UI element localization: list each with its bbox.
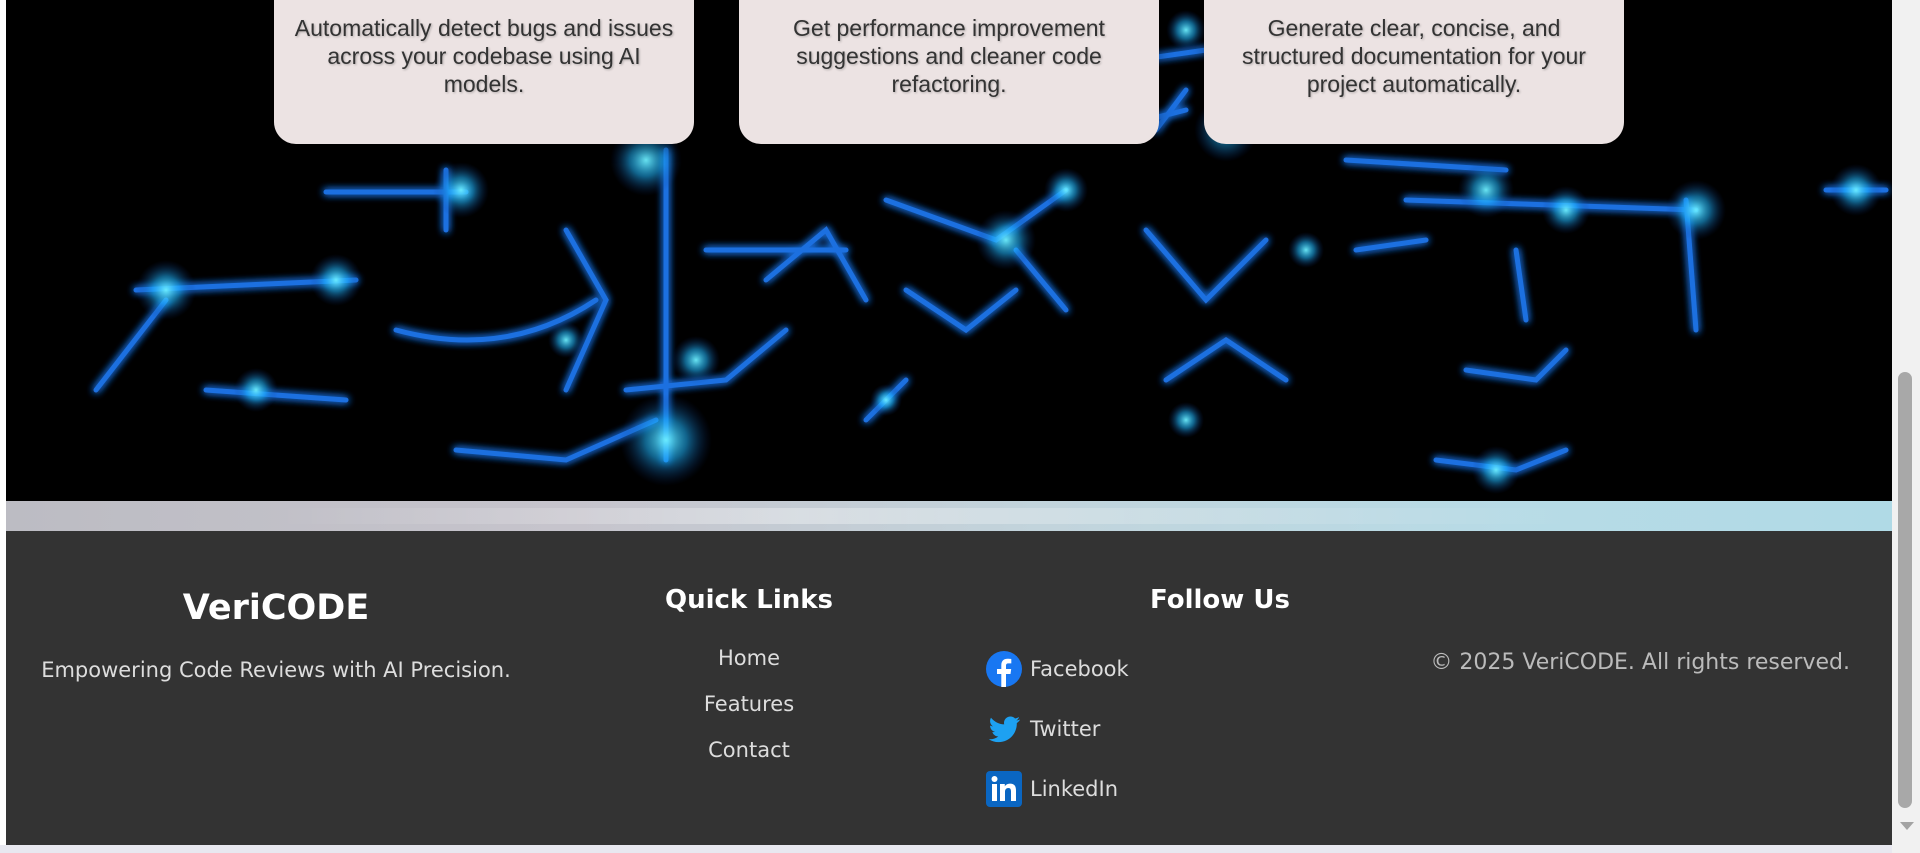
social-label: Twitter	[1030, 717, 1101, 741]
feature-description: Automatically detect bugs and issues acr…	[294, 15, 674, 97]
feature-card-refactoring: Get performance improvement suggestions …	[739, 0, 1159, 144]
social-label: Facebook	[1030, 657, 1129, 681]
viewport-bottom-edge	[0, 845, 1892, 853]
band-highlight	[276, 508, 1576, 524]
quick-links-heading: Quick Links	[664, 585, 834, 615]
social-label: LinkedIn	[1030, 777, 1119, 801]
section-divider-band	[6, 501, 1892, 531]
vertical-scrollbar[interactable]	[1892, 0, 1920, 853]
scrollbar-thumb[interactable]	[1898, 372, 1912, 808]
scroll-down-arrow-icon[interactable]	[1900, 822, 1914, 830]
follow-us-heading: Follow Us	[1150, 585, 1290, 615]
brand-name: VeriCODE	[182, 588, 370, 628]
site-footer: VeriCODE Empowering Code Reviews with AI…	[6, 531, 1892, 845]
footer-link-contact[interactable]: Contact	[626, 738, 872, 762]
feature-description: Generate clear, concise, and structured …	[1242, 15, 1586, 97]
copyright-notice: © 2025 VeriCODE. All rights reserved.	[1430, 650, 1850, 675]
footer-link-home[interactable]: Home	[626, 646, 872, 670]
social-link-facebook[interactable]: Facebook	[986, 650, 1129, 688]
footer-link-features[interactable]: Features	[626, 692, 872, 716]
features-hero: Automatically detect bugs and issues acr…	[6, 0, 1892, 501]
facebook-icon	[986, 651, 1022, 687]
feature-description: Get performance improvement suggestions …	[793, 15, 1105, 97]
social-link-twitter[interactable]: Twitter	[986, 710, 1100, 748]
brand-tagline: Empowering Code Reviews with AI Precisio…	[41, 658, 511, 682]
twitter-icon	[988, 716, 1020, 743]
feature-card-documentation: Generate clear, concise, and structured …	[1204, 0, 1624, 144]
social-link-linkedin[interactable]: LinkedIn	[986, 770, 1118, 808]
feature-card-bug-detection: Automatically detect bugs and issues acr…	[274, 0, 694, 144]
page: Automatically detect bugs and issues acr…	[6, 0, 1892, 845]
linkedin-icon	[986, 771, 1022, 807]
